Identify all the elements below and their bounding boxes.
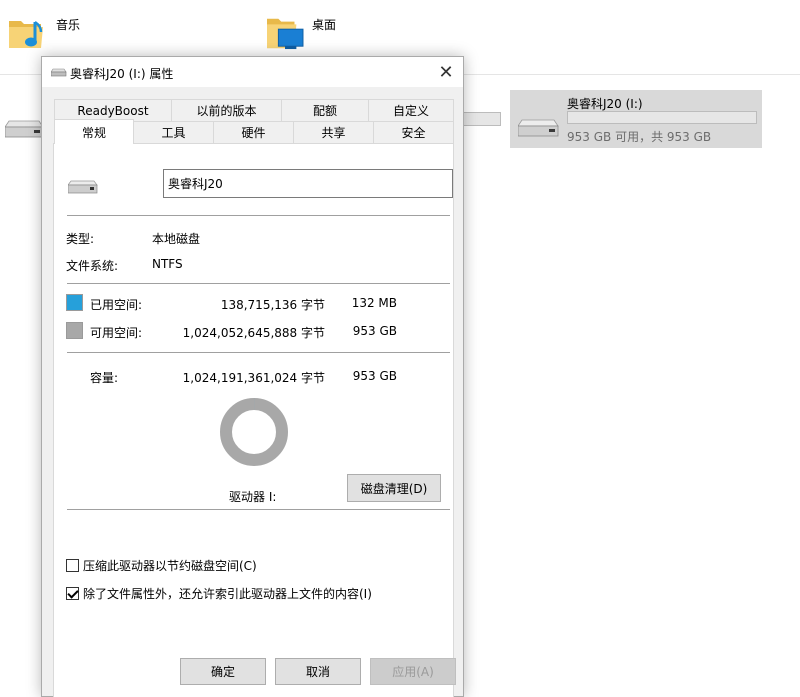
tab-hardware-label: 硬件 (241, 126, 266, 140)
tab-previous-versions[interactable]: 以前的版本 (171, 99, 282, 121)
tab-readyboost[interactable]: ReadyBoost (54, 99, 172, 121)
capacity-bytes: 1,024,191,361,024 字节 (182, 371, 325, 385)
tab-general[interactable]: 常规 (54, 119, 134, 144)
divider (67, 215, 450, 216)
general-tab-panel: 类型: 本地磁盘 文件系统: NTFS 已用空间: 138,715,136 字节… (53, 143, 454, 697)
compress-option-label: 压缩此驱动器以节约磁盘空间(C) (83, 559, 257, 573)
tab-sharing[interactable]: 共享 (293, 121, 374, 143)
index-option[interactable]: 除了文件属性外，还允许索引此驱动器上文件的内容(I) (66, 585, 372, 602)
explorer-item-desktop-label: 桌面 (312, 18, 337, 32)
explorer-item-music-label: 音乐 (56, 18, 81, 32)
tab-security[interactable]: 安全 (373, 121, 454, 143)
free-space-bytes: 1,024,052,645,888 字节 (182, 326, 325, 340)
used-space-swatch (66, 294, 83, 311)
free-space-ring (220, 398, 288, 466)
free-space-swatch (66, 322, 83, 339)
tab-sharing-label: 共享 (321, 126, 346, 140)
properties-dialog: 奥睿科J20 (I:) 属性 ✕ ReadyBoost 以前的版本 配额 自定义… (41, 56, 464, 697)
drive-icon (51, 68, 67, 77)
compress-option[interactable]: 压缩此驱动器以节约磁盘空间(C) (66, 557, 257, 574)
tab-tools[interactable]: 工具 (133, 121, 214, 143)
ok-button[interactable]: 确定 (180, 658, 266, 685)
drive-icon (5, 120, 44, 138)
capacity-label: 容量: (90, 371, 119, 385)
tab-previous-versions-label: 以前的版本 (196, 104, 257, 118)
index-option-label: 除了文件属性外，还允许索引此驱动器上文件的内容(I) (83, 587, 372, 601)
tab-quota-label: 配额 (312, 104, 337, 118)
tab-customize-label: 自定义 (392, 104, 429, 118)
drive-tile-name: 奥睿科J20 (I:) (567, 97, 643, 111)
apply-button-label: 应用(A) (392, 665, 434, 679)
usage-donut-chart (220, 398, 288, 466)
disk-cleanup-button-label: 磁盘清理(D) (360, 481, 428, 496)
drive-usage-bar (461, 112, 501, 126)
free-space-label: 可用空间: (90, 326, 143, 340)
tab-row-2: 常规 工具 硬件 共享 安全 (54, 119, 454, 144)
tab-security-label: 安全 (401, 126, 426, 140)
desktop-folder-icon (267, 18, 304, 50)
cancel-button-label: 取消 (305, 665, 330, 679)
capacity-size: 953 GB (352, 369, 397, 383)
drive-tile-usage-bar (567, 111, 757, 124)
type-value: 本地磁盘 (152, 232, 201, 246)
dialog-titlebar[interactable]: 奥睿科J20 (I:) 属性 ✕ (42, 57, 463, 87)
used-space-size: 132 MB (351, 296, 397, 310)
drive-icon (518, 119, 559, 137)
tab-readyboost-label: ReadyBoost (77, 103, 149, 118)
compress-checkbox[interactable] (66, 559, 79, 572)
tab-general-label: 常规 (81, 125, 106, 140)
cancel-button[interactable]: 取消 (275, 658, 361, 685)
drive-tile[interactable]: 奥睿科J20 (I:) 953 GB 可用，共 953 GB (510, 90, 762, 148)
used-space-label: 已用空间: (90, 298, 143, 312)
drive-letter-label: 驱动器 I: (229, 490, 277, 504)
music-folder-icon (9, 20, 43, 48)
divider (67, 352, 450, 353)
divider (67, 283, 450, 284)
free-space-size: 953 GB (352, 324, 397, 338)
disk-cleanup-button[interactable]: 磁盘清理(D) (347, 474, 441, 502)
filesystem-label: 文件系统: (66, 259, 119, 273)
tab-row-1: ReadyBoost 以前的版本 配额 自定义 (54, 99, 454, 121)
drive-name-input[interactable] (163, 169, 453, 198)
apply-button[interactable]: 应用(A) (370, 658, 456, 685)
dialog-title: 奥睿科J20 (I:) 属性 (70, 67, 174, 81)
tab-tools-label: 工具 (161, 126, 186, 140)
close-icon: ✕ (438, 61, 454, 83)
index-checkbox[interactable] (66, 587, 79, 600)
close-button[interactable]: ✕ (429, 57, 463, 87)
tab-customize[interactable]: 自定义 (368, 99, 454, 121)
ok-button-label: 确定 (210, 665, 235, 679)
tab-hardware[interactable]: 硬件 (213, 121, 294, 143)
tab-quota[interactable]: 配额 (281, 99, 369, 121)
divider (67, 509, 450, 510)
used-space-bytes: 138,715,136 字节 (220, 298, 325, 312)
drive-tile-free-text: 953 GB 可用，共 953 GB (567, 130, 712, 144)
type-label: 类型: (66, 232, 95, 246)
filesystem-value: NTFS (152, 257, 183, 271)
drive-icon (68, 180, 98, 194)
